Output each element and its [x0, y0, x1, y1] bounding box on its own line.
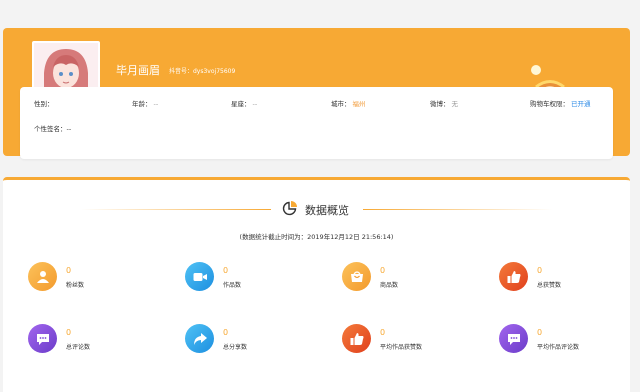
title-divider-left	[81, 209, 271, 210]
stat-value: 0	[223, 328, 229, 337]
stat-followers[interactable]: 0 粉丝数	[28, 262, 158, 302]
pie-chart-icon	[282, 201, 297, 216]
profile-info-panel: 性别： 年龄： -- 星座： -- 城市： 福州 微博：无 购物车权限： 已开通 个性签…	[20, 87, 613, 159]
data-overview-card: 数据概览 (数据统计截止时间为：2019年12月12日 21:56:14) 0 …	[3, 177, 630, 392]
cart-permission-label: 购物车权限：	[530, 100, 569, 108]
age-label: 年龄：	[132, 100, 152, 108]
weibo-label: 微博：	[430, 100, 450, 108]
city-value: 福州	[352, 100, 366, 108]
stat-avg-likes[interactable]: 0 平均作品获赞数	[342, 324, 472, 364]
section-title: 数据概览	[305, 204, 349, 217]
shop-icon	[342, 262, 371, 291]
cart-permission-value[interactable]: 已开通	[571, 100, 591, 108]
user-icon	[28, 262, 57, 291]
city-label: 城市：	[331, 100, 351, 108]
stat-value: 0	[380, 328, 386, 337]
stat-value: 0	[66, 266, 72, 275]
city-field: 城市： 福州	[331, 98, 366, 108]
weibo-field: 微博：无	[430, 98, 458, 108]
douyin-id: 抖音号：dys3voj75609	[169, 68, 236, 75]
weibo-value: 无	[451, 100, 459, 108]
stat-label: 总分享数	[223, 344, 248, 351]
stats-timestamp-note: (数据统计截止时间为：2019年12月12日 21:56:14)	[239, 233, 394, 241]
thumbs-up-icon	[342, 324, 371, 353]
signature: 个性签名：--	[34, 125, 72, 133]
cart-permission-field: 购物车权限： 已开通	[530, 98, 591, 108]
stat-total-likes[interactable]: 0 总获赞数	[499, 262, 629, 302]
stat-value: 0	[66, 328, 72, 337]
stat-value: 0	[223, 266, 229, 275]
zodiac-value: --	[252, 100, 258, 108]
comment-icon	[499, 324, 528, 353]
thumbs-up-icon	[499, 262, 528, 291]
stat-value: 0	[380, 266, 386, 275]
stat-label: 粉丝数	[66, 282, 85, 289]
zodiac-label: 星座：	[231, 100, 251, 108]
comment-icon	[28, 324, 57, 353]
stat-products[interactable]: 0 商品数	[342, 262, 472, 302]
title-divider-right	[363, 209, 553, 210]
stat-label: 作品数	[223, 282, 242, 289]
stat-label: 总评论数	[66, 344, 91, 351]
stat-value: 0	[537, 266, 543, 275]
age-value: --	[153, 100, 159, 108]
stat-total-comments[interactable]: 0 总评论数	[28, 324, 158, 364]
zodiac-field: 星座： --	[231, 98, 257, 108]
stat-avg-comments[interactable]: 0 平均作品评论数	[499, 324, 629, 364]
stat-label: 平均作品评论数	[537, 344, 580, 351]
stat-label: 商品数	[380, 282, 399, 289]
stat-label: 平均作品获赞数	[380, 344, 423, 351]
share-icon	[185, 324, 214, 353]
age-field: 年龄： --	[132, 98, 158, 108]
stat-total-shares[interactable]: 0 总分享数	[185, 324, 315, 364]
gender-label: 性别：	[34, 100, 54, 108]
stat-label: 总获赞数	[537, 282, 562, 289]
nickname: 毕月画眉	[116, 64, 160, 77]
stat-works[interactable]: 0 作品数	[185, 262, 315, 302]
stat-value: 0	[537, 328, 543, 337]
gender-field: 性别：	[34, 98, 56, 108]
video-icon	[185, 262, 214, 291]
